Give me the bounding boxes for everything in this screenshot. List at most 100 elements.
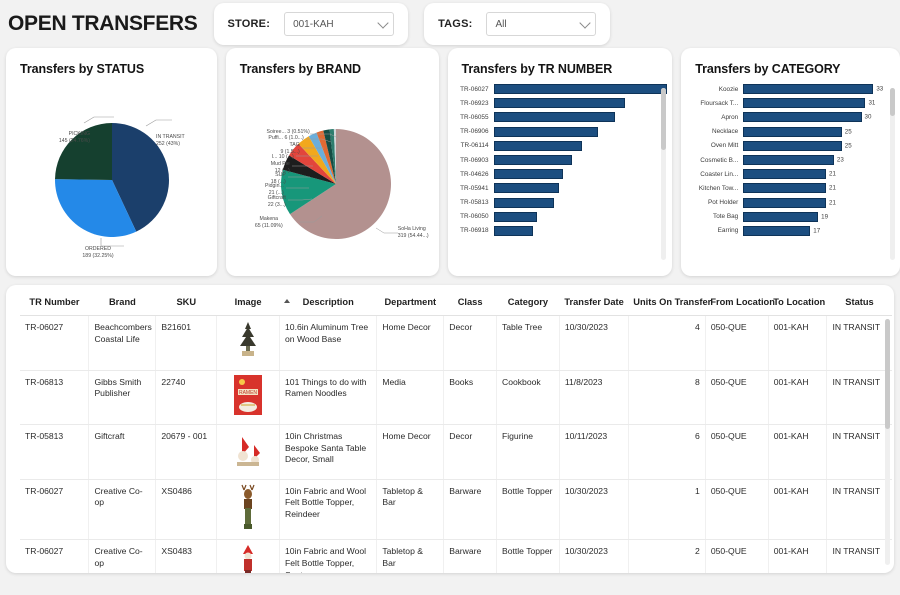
- column-header-category[interactable]: Category: [496, 285, 560, 316]
- column-header-image[interactable]: Image: [216, 285, 280, 316]
- column-header-tr-number[interactable]: TR Number: [20, 285, 89, 316]
- bar-row[interactable]: Necklace 25: [681, 125, 900, 139]
- brand-chart-title: Transfers by BRAND: [239, 62, 361, 76]
- bar-fill[interactable]: [743, 183, 827, 194]
- bar-row[interactable]: TR-06918: [448, 224, 673, 238]
- bar-row[interactable]: Coaster Lin... 21: [681, 167, 900, 181]
- column-header-to-location[interactable]: To Location: [768, 285, 827, 316]
- bar-row[interactable]: TR-06027: [448, 82, 673, 96]
- bar-fill[interactable]: [493, 211, 537, 222]
- bar-fill[interactable]: [743, 140, 842, 151]
- bar-row[interactable]: Pot Holder 21: [681, 196, 900, 210]
- bar-row[interactable]: Koozie 33: [681, 82, 900, 96]
- status-pie-chart[interactable]: PICKING 145 (24.76%) IN TRANSIT 252 (43%) …: [6, 76, 217, 268]
- table-row[interactable]: TR-05813 Giftcraft 20679 - 001 10in Christm…: [20, 424, 892, 480]
- bar-fill[interactable]: [743, 155, 834, 166]
- table-scrollbar[interactable]: [885, 319, 890, 565]
- table-row[interactable]: TR-06027 Beachcombers Coastal Life B21601 1…: [20, 315, 892, 371]
- cell-transfer-date: 11/8/2023: [559, 370, 629, 426]
- bar-value-label: 21: [829, 170, 836, 178]
- cell-category: Cookbook: [496, 370, 560, 426]
- bar-fill[interactable]: [493, 155, 572, 166]
- bar-row[interactable]: Oven Mitt 25: [681, 139, 900, 153]
- bar-category-label: TR-04626: [460, 170, 489, 178]
- bar-row[interactable]: Floursack T... 31: [681, 96, 900, 110]
- bar-value-label: 23: [836, 156, 844, 164]
- cell-image: [216, 315, 281, 371]
- bar-fill[interactable]: [743, 98, 866, 109]
- bar-fill[interactable]: [743, 126, 842, 137]
- tags-select[interactable]: All: [486, 12, 597, 36]
- category-bar-chart[interactable]: Koozie 33 Floursack T... 31 Apron 30 Necklace 2…: [681, 76, 900, 262]
- bar-fill[interactable]: [493, 112, 615, 123]
- table-row[interactable]: TR-06027 Creative Co-op XS0483 10in Fabric …: [20, 539, 892, 573]
- bar-track: [493, 98, 673, 109]
- bar-track: [493, 126, 673, 137]
- bar-row[interactable]: Tote Bag 19: [681, 210, 900, 224]
- column-header-transfer-date[interactable]: Transfer Date: [559, 285, 629, 316]
- cell-class: Barware: [443, 479, 497, 541]
- bar-fill[interactable]: [493, 140, 582, 151]
- cell-units: 6: [628, 424, 706, 480]
- bar-fill[interactable]: [493, 197, 555, 208]
- column-header-class[interactable]: Class: [443, 285, 497, 316]
- bar-category-label: TR-06923: [460, 99, 489, 107]
- bar-row[interactable]: TR-06903: [448, 153, 673, 167]
- bar-fill[interactable]: [743, 211, 819, 222]
- bar-row[interactable]: Kitchen Tow... 21: [681, 181, 900, 195]
- bar-row[interactable]: Apron 30: [681, 110, 900, 124]
- bar-fill[interactable]: [493, 84, 667, 95]
- column-header-from-location[interactable]: From Location: [705, 285, 775, 316]
- bar-row[interactable]: TR-05813: [448, 196, 673, 210]
- column-header-status[interactable]: Status: [826, 285, 892, 316]
- bar-category-label: Pot Holder: [708, 199, 739, 207]
- cell-units: 2: [628, 539, 706, 573]
- bar-row[interactable]: Earring 17: [681, 224, 900, 238]
- cell-category: Bottle Topper: [496, 539, 560, 573]
- bar-category-label: TR-05813: [460, 199, 489, 207]
- cell-status: IN TRANSIT: [826, 315, 892, 371]
- tr-chart-scrollbar[interactable]: [661, 88, 667, 260]
- status-slice-label-picking: PICKING 145 (24.76%): [58, 131, 90, 145]
- brand-pie-chart[interactable]: Soiree... 3 (0.51%) Puffi... 6 (1.0...) …: [226, 76, 439, 268]
- bar-category-label: Tote Bag: [713, 213, 739, 221]
- bar-fill[interactable]: [493, 126, 598, 137]
- bar-row[interactable]: TR-06055: [448, 110, 673, 124]
- bar-row[interactable]: TR-05941: [448, 181, 673, 195]
- cell-from-location: 050-QUE: [705, 315, 769, 371]
- column-header-units[interactable]: Units On Transfer: [628, 285, 711, 316]
- bar-row[interactable]: TR-06923: [448, 96, 673, 110]
- bar-track: [493, 169, 673, 180]
- bar-row[interactable]: TR-04626: [448, 167, 673, 181]
- bar-category-label: Apron: [721, 113, 739, 121]
- bar-fill[interactable]: [743, 84, 874, 95]
- category-chart-scrollbar[interactable]: [889, 88, 895, 260]
- charts-row: Transfers by STATUS PICKING 145 (24.76%) …: [0, 48, 900, 276]
- store-select[interactable]: 001-KAH: [284, 12, 395, 36]
- cell-class: Decor: [443, 315, 497, 371]
- bar-fill[interactable]: [493, 169, 563, 180]
- column-header-department[interactable]: Department: [376, 285, 444, 316]
- bar-row[interactable]: TR-06050: [448, 210, 673, 224]
- bar-fill[interactable]: [743, 225, 811, 236]
- cell-description: 10in Fabric and Wool Felt Bottle Topper,…: [279, 539, 378, 573]
- column-header-brand[interactable]: Brand: [88, 285, 156, 316]
- dashboard-root: OPEN TRANSFERS STORE: 001-KAH TAGS: All …: [0, 0, 900, 595]
- bar-row[interactable]: Cosmetic B... 23: [681, 153, 900, 167]
- column-header-sku[interactable]: SKU: [155, 285, 217, 316]
- bar-fill[interactable]: [493, 98, 626, 109]
- cell-to-location: 001-KAH: [768, 370, 828, 426]
- bar-fill[interactable]: [493, 183, 560, 194]
- bar-row[interactable]: TR-06114: [448, 139, 673, 153]
- tr-number-bar-chart[interactable]: TR-06027 TR-06923 TR-06055 TR-06906 TR-06114…: [448, 76, 673, 262]
- bar-row[interactable]: TR-06906: [448, 125, 673, 139]
- cell-sku: 22740: [155, 370, 218, 426]
- bar-fill[interactable]: [743, 112, 862, 123]
- table-row[interactable]: TR-06027 Creative Co-op XS0486 10in Fabric …: [20, 479, 892, 541]
- bar-fill[interactable]: [743, 169, 827, 180]
- bar-fill[interactable]: [493, 225, 534, 236]
- brand-slice-label-puffi: Puffi... 6 (1.0...): [268, 135, 304, 141]
- bar-fill[interactable]: [743, 197, 827, 208]
- table-row[interactable]: TR-06813 Gibbs Smith Publisher 22740 RAMEN 1…: [20, 370, 892, 426]
- column-header-description[interactable]: Description: [279, 285, 377, 316]
